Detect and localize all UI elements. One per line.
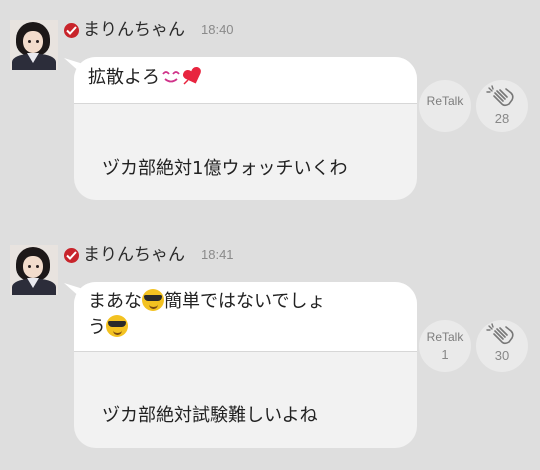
message-bubble[interactable]: 拡散よろ ヅカ部絶対1億ウォッチいくわ	[74, 57, 417, 200]
message-text-body: 拡散よろ	[88, 67, 160, 88]
avatar[interactable]	[10, 245, 58, 295]
retalk-button[interactable]: ReTalk 1	[419, 320, 471, 372]
clap-icon	[486, 85, 514, 107]
retalk-label: ReTalk	[426, 330, 464, 344]
reply-text: ヅカ部絶対試験難しいよね	[102, 405, 318, 426]
clap-button[interactable]: 30	[476, 320, 528, 372]
message-text-part1: まあな	[88, 291, 142, 312]
author-name[interactable]: まりんちゃん	[83, 19, 185, 41]
retalk-count: 1	[441, 347, 449, 362]
message-text: まあな 簡単ではないでしょ う	[74, 282, 417, 352]
clap-button[interactable]: 28	[476, 80, 528, 132]
clap-count: 28	[494, 111, 510, 126]
message-text: 拡散よろ	[74, 57, 417, 104]
timestamp: 18:41	[201, 247, 234, 262]
sunglasses-emoji-icon	[142, 289, 164, 311]
retalk-label: ReTalk	[426, 94, 464, 108]
author-name[interactable]: まりんちゃん	[83, 244, 185, 266]
sparkling-heart-emoji-icon	[182, 66, 204, 86]
message-text-part2: 簡単ではないでしょ	[164, 291, 326, 312]
talk-post: まりんちゃん 18:40 拡散よろ ヅカ部絶対1億ウォッチいくわ ReTalk	[0, 0, 540, 235]
message-text-line2: う	[88, 317, 106, 338]
sunglasses-emoji-icon	[106, 315, 128, 337]
timestamp: 18:40	[201, 22, 234, 37]
avatar[interactable]	[10, 20, 58, 70]
clap-count: 30	[494, 348, 510, 363]
verified-badge-icon	[64, 248, 79, 263]
retalk-button[interactable]: ReTalk	[419, 80, 471, 132]
talk-post: まりんちゃん 18:41 まあな 簡単ではないでしょ う ヅカ部絶対試験難しいよね…	[0, 225, 540, 460]
message-bubble[interactable]: まあな 簡単ではないでしょ う ヅカ部絶対試験難しいよね	[74, 282, 417, 448]
clap-icon	[486, 323, 514, 345]
reply-text: ヅカ部絶対1億ウォッチいくわ	[102, 158, 348, 179]
smiling-eyes-emoji-icon	[160, 66, 182, 86]
verified-badge-icon	[64, 23, 79, 38]
